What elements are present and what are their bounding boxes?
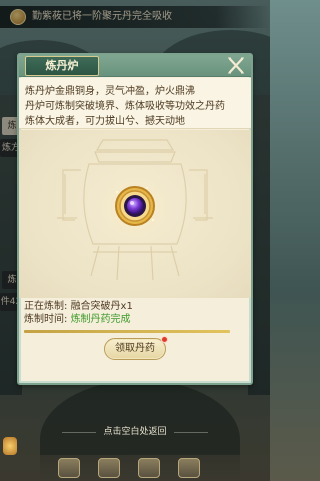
close-icon	[228, 57, 244, 74]
bottom-menu-slot[interactable]	[178, 458, 200, 478]
refining-label: 正在炼制:	[24, 301, 68, 312]
claim-pill-button[interactable]: 领取丹药	[104, 336, 168, 360]
close-button[interactable]	[225, 55, 247, 76]
description-line: 炼体大成者，可力拔山兮、撼天动地	[25, 116, 185, 127]
description-line: 炼丹炉金鼎铜身，灵气冲盈，炉火鼎沸	[25, 86, 195, 97]
alchemy-furnace-dialog: 炼丹炉 炼丹炉金鼎铜身，灵气冲盈，炉火鼎沸 丹炉可炼制突破境界、炼体吸收等功效之…	[17, 53, 253, 385]
dialog-title: 炼丹炉	[45, 59, 79, 72]
claim-pill-label: 领取丹药	[115, 343, 155, 354]
time-value: 炼制丹药完成	[70, 314, 131, 325]
refining-status: 正在炼制: 融合突破丹x1 炼制时间: 炼制丹药完成	[19, 300, 251, 334]
dialog-header: 炼丹炉	[19, 55, 251, 77]
tap-to-return-hint[interactable]: 点击空白处返回	[0, 426, 270, 438]
refining-value: 融合突破丹x1	[70, 301, 133, 312]
bottom-menu-slot[interactable]	[98, 458, 120, 478]
bottom-menu-slot[interactable]	[58, 458, 80, 478]
time-label: 炼制时间:	[24, 314, 68, 325]
lantern-icon	[3, 437, 17, 455]
notification-dot-icon	[161, 336, 168, 343]
title-plate: 炼丹炉	[25, 56, 99, 76]
divider	[174, 432, 208, 433]
description-line: 丹炉可炼制突破境界、炼体吸收等功效之丹药	[25, 101, 225, 112]
time-row: 炼制时间: 炼制丹药完成	[24, 313, 251, 326]
description-box: 炼丹炉金鼎铜身，灵气冲盈，炉火鼎沸 丹炉可炼制突破境界、炼体吸收等功效之丹药 炼…	[19, 78, 251, 129]
pill-icon	[127, 198, 143, 214]
bottom-menu-slot[interactable]	[138, 458, 160, 478]
refining-progress-bar	[24, 330, 230, 333]
refining-row: 正在炼制: 融合突破丹x1	[24, 300, 251, 313]
furnace-display	[19, 130, 251, 298]
furnace-illustration	[57, 139, 213, 281]
bottom-menu-bar	[0, 455, 270, 481]
progress-fill	[24, 330, 230, 333]
